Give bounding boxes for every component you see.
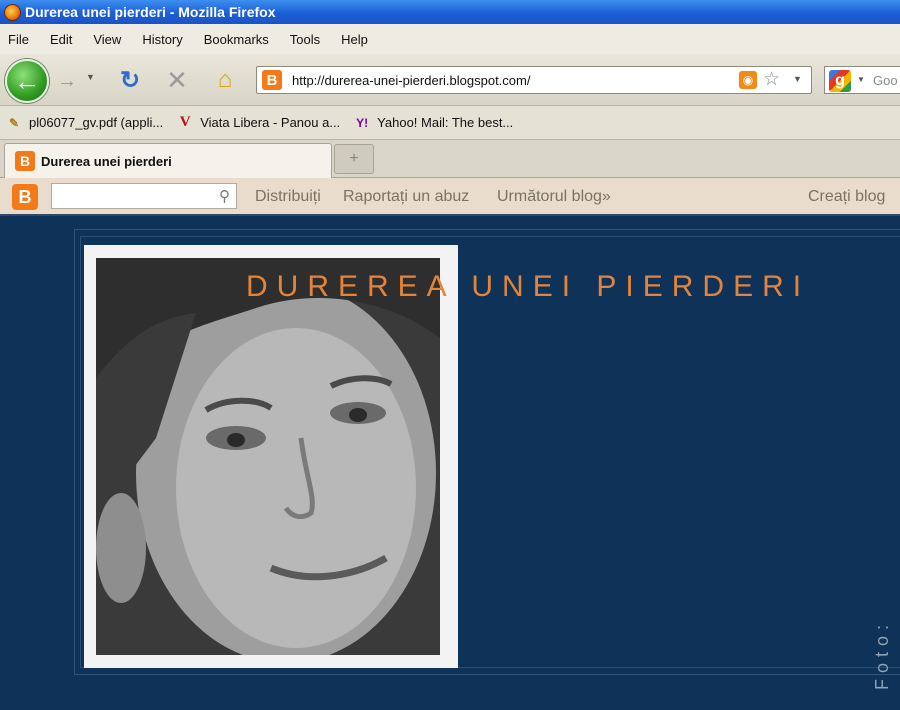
stop-button[interactable]: ✕ (163, 64, 191, 95)
bookmark-item-pdf[interactable]: ✎ pl06077_gv.pdf (appli... (4, 113, 163, 133)
menu-file[interactable]: File (8, 32, 29, 47)
url-text[interactable]: http://durerea-unei-pierderi.blogspot.co… (292, 73, 530, 88)
menu-tools[interactable]: Tools (290, 32, 320, 47)
bookmark-item-viata-libera[interactable]: V Viata Libera - Panou a... (175, 113, 340, 133)
bookmark-label: Viata Libera - Panou a... (200, 115, 341, 130)
yahoo-icon: Y! (356, 115, 369, 130)
forward-button[interactable]: → (52, 68, 82, 94)
blogger-favicon-icon: B (15, 151, 35, 171)
tab-bar: B Durerea unei pierderi + (0, 140, 900, 178)
menu-bar: File Edit View History Bookmarks Tools H… (0, 24, 900, 54)
header-portrait-photo (96, 258, 440, 655)
search-bar[interactable]: g ▼ Goo (824, 66, 900, 94)
plus-icon: + (349, 150, 359, 167)
tab-title: Durerea unei pierderi (41, 153, 172, 169)
home-icon: ⌂ (217, 66, 233, 93)
blog-title[interactable]: DUREREA UNEI PIERDERI (246, 270, 810, 304)
menu-view[interactable]: View (93, 32, 121, 47)
search-engine-dropdown-icon[interactable]: ▼ (857, 75, 865, 84)
menu-edit[interactable]: Edit (50, 32, 72, 47)
bookmark-star-icon[interactable]: ☆ (763, 68, 785, 90)
close-icon: ✕ (166, 64, 188, 95)
history-dropdown-button[interactable]: ▼ (86, 72, 100, 88)
back-button[interactable]: ← (5, 59, 49, 103)
url-dropdown-icon[interactable]: ▼ (793, 74, 802, 84)
back-arrow-icon: ← (14, 65, 40, 96)
search-icon[interactable]: ⚲ (219, 187, 230, 205)
rss-feed-icon[interactable]: ◉ (739, 71, 757, 89)
reload-icon: ↻ (119, 66, 141, 94)
bookmark-item-yahoo-mail[interactable]: Y! Yahoo! Mail: The best... (352, 113, 513, 133)
window-titlebar: Durerea unei pierderi - Mozilla Firefox (0, 0, 900, 24)
url-bar[interactable]: B http://durerea-unei-pierderi.blogspot.… (256, 66, 812, 94)
share-link[interactable]: Distribuiți (255, 188, 321, 206)
forward-arrow-icon: → (57, 69, 77, 92)
report-abuse-link[interactable]: Raportați un abuz (343, 188, 469, 206)
bookmarks-toolbar: ✎ pl06077_gv.pdf (appli... V Viata Liber… (0, 106, 900, 140)
blogger-favicon-icon: B (262, 70, 282, 90)
navigation-toolbar: ← → ▼ ↻ ✕ ⌂ B http://durerea-unei-pierde… (0, 54, 900, 106)
new-tab-button[interactable]: + (334, 144, 374, 174)
next-blog-link[interactable]: Următorul blog» (497, 188, 611, 206)
blogger-logo-icon[interactable]: B (12, 184, 38, 210)
photo-credit-label: Foto: (872, 618, 892, 690)
search-input[interactable]: Goo (873, 73, 898, 88)
viata-libera-icon: V (179, 114, 191, 130)
firefox-logo-icon (4, 3, 21, 21)
blog-search-input[interactable]: ⚲ (51, 183, 237, 209)
home-button[interactable]: ⌂ (210, 66, 240, 94)
menu-history[interactable]: History (142, 32, 182, 47)
menu-help[interactable]: Help (341, 32, 368, 47)
blogger-navbar: B ⚲ Distribuiți Raportați un abuz Următo… (0, 178, 900, 216)
pdf-doc-icon: ✎ (8, 115, 20, 130)
chevron-down-icon: ▼ (86, 72, 95, 82)
menu-bookmarks[interactable]: Bookmarks (204, 32, 269, 47)
reload-button[interactable]: ↻ (116, 66, 144, 94)
window-title: Durerea unei pierderi - Mozilla Firefox (25, 4, 276, 20)
bookmark-label: Yahoo! Mail: The best... (377, 115, 514, 130)
create-blog-link[interactable]: Creați blog (808, 188, 885, 206)
google-search-engine-icon[interactable]: g (829, 70, 851, 92)
portrait-illustration (96, 258, 440, 655)
bookmark-label: pl06077_gv.pdf (appli... (29, 115, 164, 130)
tab-active[interactable]: B Durerea unei pierderi (4, 143, 332, 178)
